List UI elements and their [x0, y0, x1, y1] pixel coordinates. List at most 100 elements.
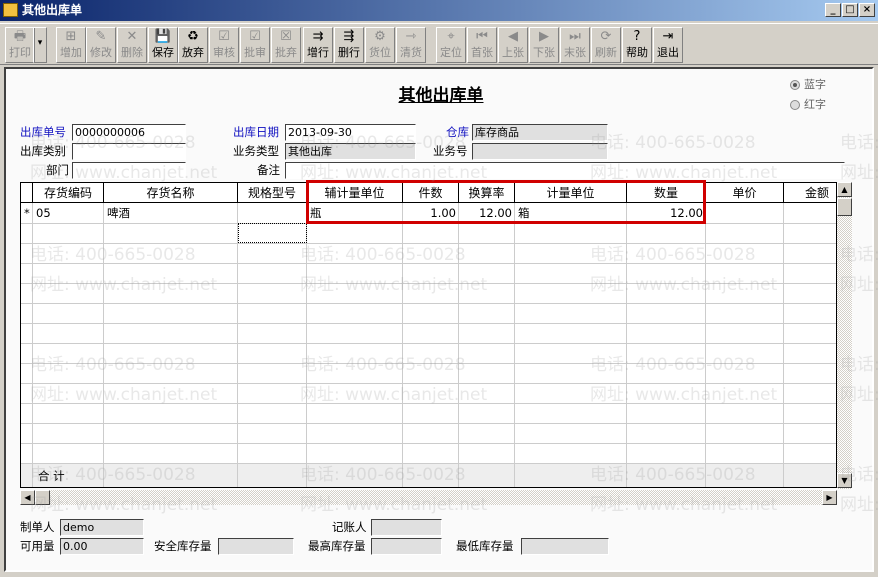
toolbar-label: 增行 — [307, 46, 329, 59]
toolbar-button[interactable]: ⟳ 刷新 — [591, 27, 621, 63]
toolbar-label: 刷新 — [595, 46, 617, 59]
toolbar-button[interactable]: ⇾ 清货 — [396, 27, 426, 63]
toolbar-button[interactable]: ◀ 上张 — [498, 27, 528, 63]
scroll-thumb[interactable] — [837, 198, 852, 216]
toolbar-button[interactable]: ☒ 批弃 — [271, 27, 301, 63]
radio-selected-icon — [790, 80, 800, 90]
table-cell[interactable] — [706, 203, 784, 223]
warehouse-field[interactable]: 库存商品 — [472, 124, 608, 141]
toolbar-button[interactable]: 🖶 打印 — [5, 27, 35, 63]
close-button[interactable]: × — [859, 3, 875, 17]
out-no-field[interactable]: 0000000006 — [72, 124, 186, 141]
column-header[interactable]: 金额 — [784, 183, 836, 203]
maker-field[interactable]: demo — [60, 519, 144, 536]
biz-type-field[interactable]: 其他出库 — [285, 143, 416, 160]
table-cell[interactable] — [784, 203, 836, 223]
table-cell[interactable]: 啤酒 — [104, 203, 238, 223]
toolbar-button[interactable]: ⏭ 末张 — [560, 27, 590, 63]
toolbar-icon: ✎ — [95, 29, 107, 44]
column-header[interactable]: 存货编码 — [33, 183, 104, 203]
sum-row: 合 计 — [21, 463, 836, 487]
radio-red-label: 红字 — [804, 98, 826, 111]
toolbar-button[interactable]: ⚙ 货位 — [365, 27, 395, 63]
column-header[interactable] — [21, 183, 33, 203]
chevron-down-icon: ▾ — [37, 38, 43, 48]
biz-no-field[interactable] — [472, 143, 608, 160]
grid-line — [458, 203, 459, 487]
out-no-label: 出库单号 — [20, 125, 66, 139]
out-type-label: 出库类别 — [20, 144, 66, 158]
toolbar-icon: ☒ — [280, 29, 292, 44]
table-cell[interactable]: * — [21, 203, 33, 223]
out-type-field[interactable] — [72, 143, 186, 160]
toolbar-button[interactable]: ⌖ 定位 — [436, 27, 466, 63]
scroll-right-icon[interactable]: ▶ — [822, 490, 837, 505]
hscroll-thumb[interactable] — [35, 490, 50, 505]
toolbar-button[interactable]: ⇥ 退出 — [653, 27, 683, 63]
toolbar-label: 帮助 — [626, 46, 648, 59]
print-dropdown-button[interactable]: ▾ — [33, 27, 47, 63]
toolbar-label: 修改 — [90, 46, 112, 59]
toolbar-button[interactable]: ⏮ 首张 — [467, 27, 497, 63]
remark-label: 备注 — [257, 163, 280, 177]
scroll-down-icon[interactable]: ▼ — [837, 473, 852, 488]
min-stock-field[interactable] — [521, 538, 609, 555]
focused-cell[interactable] — [238, 223, 307, 243]
column-header[interactable]: 单价 — [706, 183, 784, 203]
toolbar-button[interactable]: ⊞ 增加 — [56, 27, 86, 63]
toolbar-button[interactable]: 💾 保存 — [148, 27, 178, 63]
grid-line — [21, 343, 836, 344]
toolbar-button[interactable]: ? 帮助 — [622, 27, 652, 63]
column-header[interactable]: 规格型号 — [238, 183, 307, 203]
grid-line — [21, 463, 836, 464]
toolbar-icon: ⇉ — [312, 29, 324, 44]
table-cell[interactable] — [238, 203, 307, 223]
toolbar-label: 下张 — [533, 46, 555, 59]
grid-line — [306, 203, 307, 487]
toolbar-button[interactable]: ✕ 删除 — [117, 27, 147, 63]
toolbar-button[interactable]: ☑ 审核 — [209, 27, 239, 63]
avail-field[interactable]: 0.00 — [60, 538, 144, 555]
grid-line — [783, 203, 784, 487]
maximize-button[interactable]: □ — [842, 3, 858, 17]
scroll-left-icon[interactable]: ◀ — [20, 490, 35, 505]
horizontal-scrollbar[interactable]: ◀ ▶ — [20, 490, 837, 505]
dept-field[interactable] — [72, 162, 186, 179]
toolbar-icon: ⚙ — [374, 29, 386, 44]
toolbar-label: 批弃 — [275, 46, 297, 59]
toolbar-button[interactable]: ☑ 批审 — [240, 27, 270, 63]
vertical-scrollbar[interactable]: ▲ ▼ — [837, 182, 852, 489]
radio-blue[interactable]: 蓝字 — [790, 76, 826, 92]
document-title: 其他出库单 — [398, 86, 484, 106]
radio-red[interactable]: 红字 — [790, 96, 826, 112]
table-cell[interactable]: 05 — [33, 203, 104, 223]
min-stock-label: 最低库存量 — [456, 539, 514, 553]
radio-blue-label: 蓝字 — [804, 78, 826, 91]
toolbar-icon: 🖶 — [13, 29, 27, 44]
toolbar-label: 末张 — [564, 46, 586, 59]
column-header[interactable]: 存货名称 — [104, 183, 238, 203]
remark-field[interactable] — [285, 162, 845, 179]
grid-line — [21, 363, 836, 364]
safe-stock-field[interactable] — [218, 538, 294, 555]
toolbar-button[interactable]: ✎ 修改 — [86, 27, 116, 63]
toolbar-button[interactable]: ⇶ 删行 — [334, 27, 364, 63]
toolbar-button[interactable]: ▶ 下张 — [529, 27, 559, 63]
out-date-field[interactable]: 2013-09-30 — [285, 124, 416, 141]
toolbar-button[interactable]: ♻ 放弃 — [178, 27, 208, 63]
minimize-button[interactable]: _ — [825, 3, 841, 17]
max-stock-field[interactable] — [371, 538, 442, 555]
grid-line — [626, 203, 627, 487]
scroll-up-icon[interactable]: ▲ — [837, 182, 852, 197]
avail-label: 可用量 — [20, 539, 55, 553]
toolbar-icon: ▶ — [539, 29, 549, 44]
booker-field[interactable] — [371, 519, 442, 536]
grid-line — [21, 283, 836, 284]
detail-table: 合 计 存货编码 存货名称 规格型号 辅计量单位 件数 换算率 计量单位 数量 单价 金额 * 05 啤… — [20, 182, 837, 488]
toolbar-label: 首张 — [471, 46, 493, 59]
toolbar-label: 删除 — [121, 46, 143, 59]
toolbar-button[interactable]: ⇉ 增行 — [303, 27, 333, 63]
toolbar-label: 保存 — [152, 46, 174, 59]
document-form: 其他出库单 蓝字 红字 出库单号 0000000006 出库日期 2013-09… — [4, 67, 874, 572]
grid-line — [103, 203, 104, 487]
